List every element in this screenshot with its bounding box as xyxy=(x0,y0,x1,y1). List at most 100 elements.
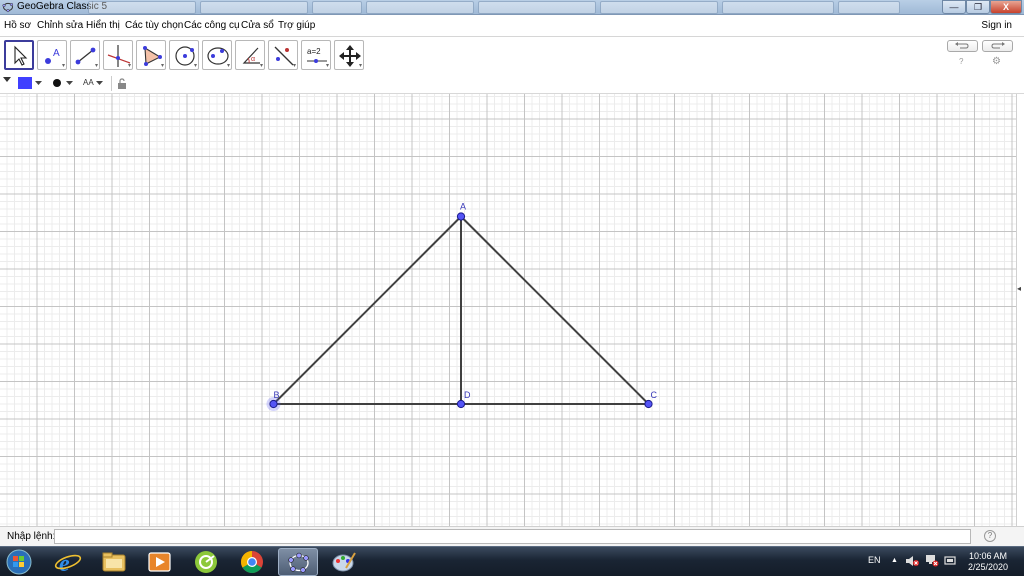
media-player-icon xyxy=(148,552,171,572)
menu-file[interactable]: Hồ sơ xyxy=(4,20,31,31)
clock-date: 2/25/2020 xyxy=(967,562,1009,572)
tool-slider[interactable]: a=2 ▾ xyxy=(301,40,331,70)
point-C-label[interactable]: C xyxy=(651,390,658,400)
input-help-icon[interactable]: ? xyxy=(984,530,996,542)
windows-start-icon xyxy=(6,549,32,575)
svg-text:e: e xyxy=(59,551,70,576)
toggle-style-bar-icon[interactable] xyxy=(3,77,11,83)
algebra-view-collapsed-bar xyxy=(1016,94,1024,526)
clock-time: 10:06 AM xyxy=(968,551,1008,561)
geometry-canvas[interactable]: A B C D xyxy=(0,94,1016,526)
sign-in-link[interactable]: Sign in xyxy=(981,20,1012,31)
geogebra-taskbar-icon xyxy=(288,552,309,573)
tool-angle[interactable]: α ▾ xyxy=(235,40,265,70)
font-size-dropdown-icon[interactable] xyxy=(96,81,103,86)
taskbar-green-app[interactable] xyxy=(186,548,226,576)
input-label: Nhập lệnh: xyxy=(7,531,56,542)
command-input[interactable] xyxy=(54,529,971,544)
background-window-tab xyxy=(478,1,596,14)
point-style-dropdown-icon[interactable] xyxy=(66,81,73,86)
minimize-button[interactable]: — xyxy=(942,0,966,14)
menu-help[interactable]: Trợ giúp xyxy=(278,20,315,31)
background-window-tab xyxy=(88,1,196,14)
chrome-icon xyxy=(241,551,263,573)
taskbar: e EN ▲ 10:06 AM 2/25/2020 xyxy=(0,546,1024,576)
input-bar: Nhập lệnh: ? xyxy=(0,526,1024,546)
tool-circle[interactable]: ▾ xyxy=(169,40,199,70)
menu-bar: Hồ sơ Chỉnh sửa Hiển thị Các tùy chọn Cá… xyxy=(0,15,1024,37)
title-bar: GeoGebra Classic 5 — ❐ X xyxy=(0,0,1024,15)
point-B[interactable] xyxy=(269,399,278,409)
tool-perpendicular-line[interactable]: ▾ xyxy=(103,40,133,70)
tool-move[interactable] xyxy=(4,40,34,70)
tool-reflect[interactable]: ▾ xyxy=(268,40,298,70)
graphics-view[interactable]: A B C D xyxy=(0,94,1016,526)
svg-text:α: α xyxy=(251,56,255,63)
segment-AC[interactable] xyxy=(460,215,650,405)
background-window-tab xyxy=(600,1,718,14)
action-center-icon[interactable] xyxy=(944,555,956,566)
tray-expand-icon[interactable]: ▲ xyxy=(891,557,898,564)
geogebra-app-icon xyxy=(2,2,14,13)
redo-button[interactable] xyxy=(982,40,1013,52)
paint-icon xyxy=(332,552,356,572)
help-icon[interactable]: ? xyxy=(959,57,963,66)
font-size-button[interactable]: AA xyxy=(83,78,94,87)
taskbar-file-explorer[interactable] xyxy=(94,548,134,576)
point-style-icon[interactable] xyxy=(52,78,62,88)
point-A-label[interactable]: A xyxy=(460,202,466,212)
style-bar: AA xyxy=(0,74,1024,94)
clock[interactable]: 10:06 AM 2/25/2020 xyxy=(963,551,1013,573)
slider-tool-label: a=2 xyxy=(307,47,321,56)
style-bar-divider xyxy=(111,76,112,91)
green-app-icon xyxy=(195,551,217,573)
background-window-tab xyxy=(200,1,308,14)
point-D-label[interactable]: D xyxy=(464,390,471,400)
color-swatch-fill xyxy=(18,77,32,89)
menu-edit[interactable]: Chỉnh sửa xyxy=(37,20,83,31)
folder-icon xyxy=(102,552,126,572)
svg-text:A: A xyxy=(53,48,60,59)
tool-conic[interactable]: ▾ xyxy=(202,40,232,70)
tool-polygon[interactable]: ▾ xyxy=(136,40,166,70)
background-window-tab xyxy=(312,1,362,14)
volume-muted-icon[interactable] xyxy=(905,555,919,567)
internet-explorer-icon: e xyxy=(54,551,82,576)
taskbar-geogebra[interactable] xyxy=(278,548,318,576)
toolbar: A ▾ ▾ ▾ ▾ ▾ ▾ α ▾ ▾ a=2 ▾ ▾ ? ⚙ xyxy=(0,37,1024,74)
tool-move-graphics-view[interactable]: ▾ xyxy=(334,40,364,70)
language-indicator[interactable]: EN xyxy=(868,555,881,565)
screen: GeoGebra Classic 5 — ❐ X Hồ sơ Chỉnh sửa… xyxy=(0,0,1024,576)
redo-icon xyxy=(991,42,1005,49)
menu-view[interactable]: Hiển thị xyxy=(86,20,120,31)
tool-point[interactable]: A ▾ xyxy=(37,40,67,70)
settings-gear-icon[interactable]: ⚙ xyxy=(992,56,1001,67)
color-dropdown-icon[interactable] xyxy=(35,81,42,86)
taskbar-paint[interactable] xyxy=(324,548,364,576)
taskbar-internet-explorer[interactable]: e xyxy=(48,548,88,576)
menu-window[interactable]: Cửa sổ xyxy=(241,20,274,31)
network-warning-icon[interactable] xyxy=(925,554,939,567)
color-swatch[interactable] xyxy=(18,77,32,89)
background-window-tab xyxy=(722,1,834,14)
background-window-tab xyxy=(838,1,900,14)
undo-icon xyxy=(955,42,969,49)
point-A[interactable] xyxy=(456,212,466,221)
start-button[interactable] xyxy=(2,548,36,576)
close-button[interactable]: X xyxy=(990,0,1022,14)
background-window-tab xyxy=(366,1,474,14)
undo-button[interactable] xyxy=(947,40,978,52)
point-D[interactable] xyxy=(456,399,466,409)
expand-panel-arrow-icon[interactable]: ◂ xyxy=(1017,284,1021,293)
taskbar-media-player[interactable] xyxy=(140,548,180,576)
segment-AB[interactable] xyxy=(272,215,462,405)
tool-segment[interactable]: ▾ xyxy=(70,40,100,70)
point-C[interactable] xyxy=(644,399,653,409)
point-B-label[interactable]: B xyxy=(274,390,280,400)
taskbar-chrome[interactable] xyxy=(232,548,272,576)
cursor-arrow-icon xyxy=(14,45,28,66)
menu-tools[interactable]: Các công cụ xyxy=(184,20,240,31)
maximize-button[interactable]: ❐ xyxy=(966,0,990,14)
lock-icon[interactable] xyxy=(117,78,127,89)
menu-options[interactable]: Các tùy chọn xyxy=(125,20,183,31)
